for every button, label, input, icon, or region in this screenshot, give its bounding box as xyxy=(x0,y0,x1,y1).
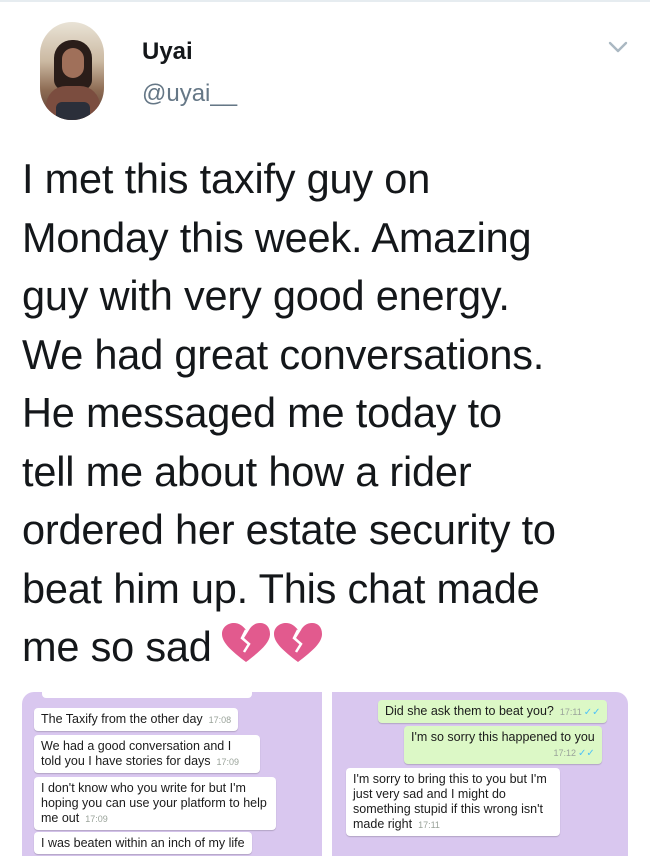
tweet-line: He messaged me today to xyxy=(22,389,502,436)
message-text: We had a good conversation and I told yo… xyxy=(41,739,232,768)
chat-message-outgoing: Did she ask them to beat you? 17:11 ✓✓ xyxy=(378,700,608,723)
avatar-clothing xyxy=(56,102,90,120)
tweet-text: I met this taxify guy on Monday this wee… xyxy=(22,150,634,679)
user-handle[interactable]: @uyai__ xyxy=(142,80,237,108)
top-divider xyxy=(0,0,650,2)
message-text: I was beaten within an inch of my life xyxy=(41,836,245,850)
chat-message: I was beaten within an inch of my life xyxy=(34,832,252,854)
tweet-line: beat him up. This chat made xyxy=(22,564,540,612)
chat-message-outgoing: I'm so sorry this happened to you 17:12 ✓… xyxy=(404,726,602,764)
message-time: 17:08 xyxy=(208,715,232,725)
tweet-line: guy with very good energy. xyxy=(22,272,510,319)
message-time-row: 17:12 ✓✓ xyxy=(411,746,595,761)
broken-heart-icon xyxy=(221,622,270,662)
display-name[interactable]: Uyai xyxy=(142,38,193,66)
chat-message: The Taxify from the other day 17:08 xyxy=(34,708,239,731)
chat-screenshot-right[interactable]: Did she ask them to beat you? 17:11 ✓✓ I'm… xyxy=(332,692,628,856)
tweet-line: I met this taxify guy on xyxy=(22,155,431,202)
tweet-line-last: me so sad xyxy=(22,618,634,679)
tweet-line: We had great conversations. xyxy=(22,330,545,378)
message-text: I'm sorry to bring this to you but I'm j… xyxy=(353,772,547,831)
tweet-line: ordered her estate security to xyxy=(22,506,556,553)
tweet-line: tell me about how a rider xyxy=(22,447,472,495)
read-receipt-icon: ✓✓ xyxy=(577,748,595,759)
read-receipt-icon: ✓✓ xyxy=(583,707,601,718)
message-time: 17:09 xyxy=(85,814,108,824)
chat-message: I'm sorry to bring this to you but I'm j… xyxy=(346,768,560,836)
tweet-line: me so sad xyxy=(22,623,212,670)
avatar[interactable] xyxy=(40,22,104,120)
message-text: Did she ask them to beat you? xyxy=(385,704,554,718)
message-text: I don't know who you write for but I'm h… xyxy=(41,781,267,825)
message-time: 17:12 xyxy=(553,748,576,758)
message-time: 17:11 xyxy=(559,707,582,717)
message-time: 17:11 xyxy=(418,820,440,830)
cropped-bubble xyxy=(42,692,252,698)
message-time: 17:09 xyxy=(216,757,240,767)
message-text: The Taxify from the other day xyxy=(41,712,203,726)
chat-message: We had a good conversation and I told yo… xyxy=(34,735,260,773)
broken-heart-icon xyxy=(273,622,322,662)
avatar-face xyxy=(62,48,84,78)
chat-screenshot-left[interactable]: The Taxify from the other day 17:08 We ha… xyxy=(22,692,322,856)
tweet-line: Monday this week. Amazing xyxy=(22,213,532,261)
message-text: I'm so sorry this happened to you xyxy=(411,730,595,744)
chat-message: I don't know who you write for but I'm h… xyxy=(34,777,276,830)
broken-heart-emojis xyxy=(220,621,324,680)
chevron-down-icon[interactable] xyxy=(606,38,630,56)
